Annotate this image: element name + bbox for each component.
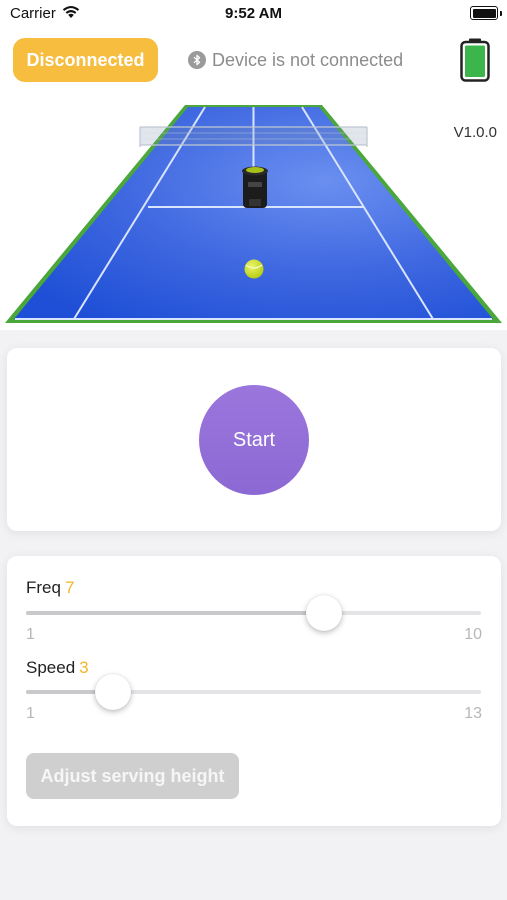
- speed-value: 3: [79, 658, 89, 677]
- freq-max-label: 10: [464, 626, 482, 643]
- speed-max-label: 13: [464, 705, 482, 722]
- start-card: Start: [7, 348, 501, 531]
- status-bar: Carrier 9:52 AM: [0, 0, 507, 28]
- speed-label: Speed: [26, 658, 76, 677]
- bluetooth-icon: [188, 51, 206, 69]
- tennis-ball-icon: [244, 259, 264, 279]
- speed-slider-thumb[interactable]: [95, 674, 131, 710]
- adjust-serving-height-button[interactable]: Adjust serving height: [26, 753, 239, 799]
- freq-min-label: 1: [26, 626, 35, 643]
- freq-slider[interactable]: [26, 595, 481, 631]
- tennis-court: [0, 100, 507, 330]
- speed-slider[interactable]: [26, 674, 481, 710]
- controls-card: Freq 7 1 10 Speed 3 1 13 Adjust serving he…: [7, 556, 501, 826]
- speed-min-label: 1: [26, 705, 35, 722]
- freq-slider-thumb[interactable]: [306, 595, 342, 631]
- connection-status-text: Device is not connected: [212, 49, 404, 70]
- system-battery-icon: [470, 6, 502, 20]
- freq-value: 7: [64, 578, 75, 597]
- freq-label-row: Freq 7: [26, 578, 74, 598]
- speed-label-row: Speed 3: [26, 658, 89, 678]
- freq-label: Freq: [26, 578, 61, 597]
- disconnected-button[interactable]: Disconnected: [13, 38, 158, 82]
- start-button[interactable]: Start: [199, 385, 309, 495]
- clock: 9:52 AM: [225, 5, 282, 22]
- ball-machine-icon: [242, 166, 268, 208]
- device-battery-icon: [460, 38, 490, 82]
- freq-slider-fill: [26, 611, 324, 615]
- bluetooth-status: Device is not connected: [188, 48, 403, 72]
